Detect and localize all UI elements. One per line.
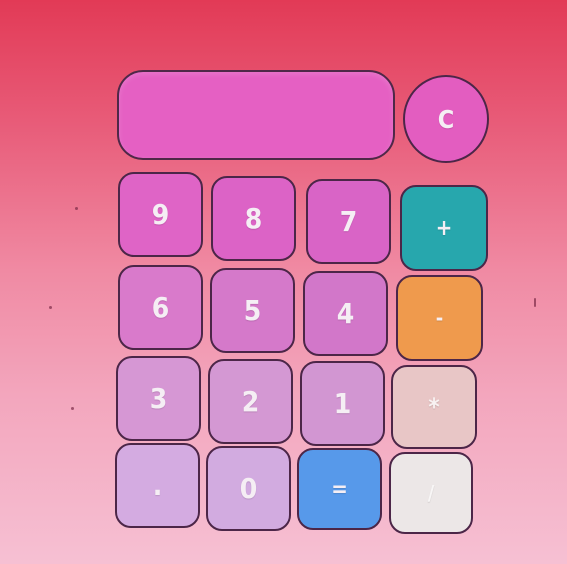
digit-5-button[interactable]: 5 bbox=[210, 268, 295, 353]
clear-button[interactable]: C bbox=[403, 75, 489, 163]
digit-0-button[interactable]: 0 bbox=[206, 446, 291, 531]
multiply-button[interactable]: * bbox=[391, 365, 477, 449]
calculator-display bbox=[117, 70, 395, 160]
equals-button[interactable]: = bbox=[297, 448, 382, 530]
divide-button[interactable]: / bbox=[389, 452, 473, 534]
digit-1-button[interactable]: 1 bbox=[300, 361, 385, 446]
digit-6-button[interactable]: 6 bbox=[118, 265, 203, 350]
calculator-screen: C 9 8 7 + 6 5 4 - 3 2 1 * . 0 = / bbox=[0, 0, 567, 564]
speck-decoration bbox=[71, 407, 74, 410]
speck-decoration bbox=[49, 306, 52, 309]
speck-decoration bbox=[75, 207, 78, 210]
digit-4-button[interactable]: 4 bbox=[303, 271, 388, 356]
minus-button[interactable]: - bbox=[396, 275, 483, 361]
decimal-button[interactable]: . bbox=[115, 443, 200, 528]
speck-decoration bbox=[534, 298, 536, 307]
digit-2-button[interactable]: 2 bbox=[208, 359, 293, 444]
digit-3-button[interactable]: 3 bbox=[116, 356, 201, 441]
digit-7-button[interactable]: 7 bbox=[306, 179, 391, 264]
plus-button[interactable]: + bbox=[400, 185, 488, 271]
digit-8-button[interactable]: 8 bbox=[211, 176, 296, 261]
digit-9-button[interactable]: 9 bbox=[118, 172, 203, 257]
